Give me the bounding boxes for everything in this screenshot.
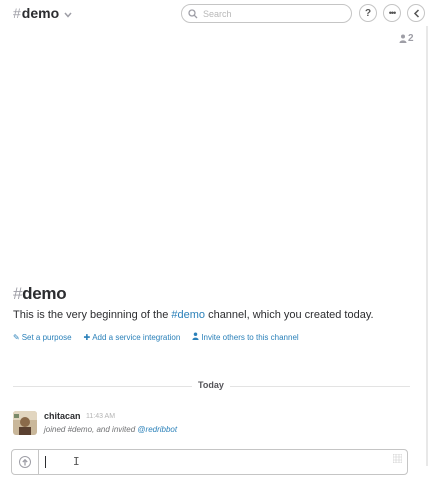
- invite-others-link[interactable]: Invite others to this channel: [192, 332, 299, 342]
- chevron-left-icon: [413, 8, 419, 18]
- intro-hash: #: [13, 284, 23, 303]
- search-box[interactable]: [181, 4, 352, 23]
- search-input[interactable]: [203, 8, 343, 19]
- emoji-grid-icon[interactable]: [393, 454, 402, 463]
- day-divider-label: Today: [192, 380, 230, 390]
- plus-icon: ✚: [83, 332, 91, 342]
- pencil-icon: ✎: [13, 332, 20, 342]
- member-count: 2: [408, 33, 414, 44]
- user-mention-link[interactable]: @redribbot: [137, 425, 177, 434]
- channel-name: demo: [21, 5, 60, 21]
- channel-intro-title: #demo: [13, 284, 67, 304]
- invite-others-label: Invite others to this channel: [201, 332, 299, 342]
- member-count-button[interactable]: 2: [399, 33, 414, 44]
- channel-header: # demo ? •••: [0, 0, 430, 28]
- scrollbar-track[interactable]: [426, 26, 428, 466]
- intro-channel-name: demo: [22, 284, 67, 303]
- intro-text-suffix: channel, which you created today.: [205, 309, 374, 321]
- upload-arrow-icon: [19, 456, 31, 468]
- channel-intro-actions: ✎ Set a purpose ✚ Add a service integrat…: [13, 332, 311, 342]
- message-item: chitacan 11:43 AM joined #demo, and invi…: [13, 409, 413, 439]
- chevron-down-icon: [64, 10, 72, 20]
- message-timestamp[interactable]: 11:43 AM: [86, 413, 115, 420]
- intro-channel-link[interactable]: #demo: [171, 309, 205, 321]
- channel-intro-text: This is the very beginning of the #demo …: [13, 309, 374, 321]
- text-cursor-icon: I: [73, 455, 80, 468]
- set-purpose-label: Set a purpose: [21, 332, 72, 342]
- add-integration-label: Add a service integration: [92, 332, 181, 342]
- message-text: joined #demo, and invited: [44, 425, 138, 434]
- more-options-button[interactable]: •••: [383, 4, 401, 22]
- user-icon: [399, 34, 407, 43]
- channel-title-menu[interactable]: # demo: [13, 5, 72, 21]
- message-author[interactable]: chitacan: [44, 411, 81, 421]
- search-icon: [188, 8, 198, 18]
- message-composer[interactable]: I: [11, 449, 408, 475]
- collapse-sidebar-button[interactable]: [407, 4, 425, 22]
- intro-text-prefix: This is the very beginning of the: [13, 309, 172, 321]
- file-upload-button[interactable]: [12, 450, 39, 474]
- help-label: ?: [364, 7, 372, 19]
- avatar[interactable]: [13, 411, 37, 435]
- help-button[interactable]: ?: [359, 4, 377, 22]
- text-caret: [45, 456, 46, 468]
- channel-hash: #: [13, 5, 21, 21]
- message-body: joined #demo, and invited @redribbot: [44, 425, 177, 434]
- ellipsis-icon: •••: [388, 8, 397, 18]
- user-icon: [192, 332, 199, 342]
- set-purpose-link[interactable]: ✎ Set a purpose: [13, 332, 72, 342]
- add-integration-link[interactable]: ✚ Add a service integration: [84, 332, 181, 342]
